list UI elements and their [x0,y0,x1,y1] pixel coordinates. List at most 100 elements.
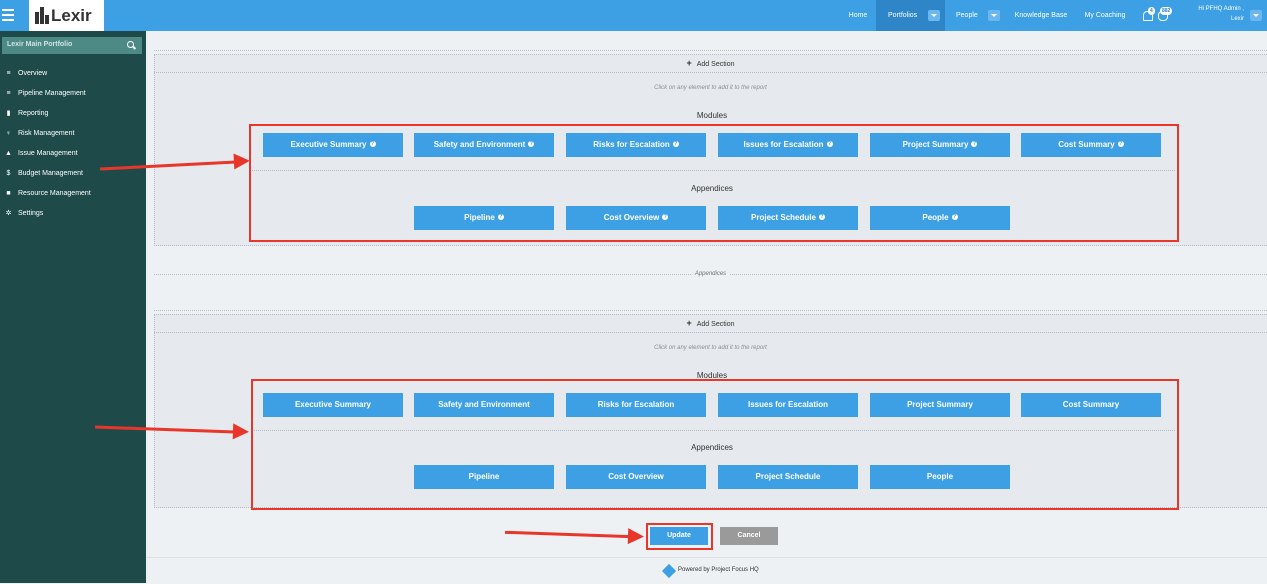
help-icon[interactable]: ? [528,140,535,147]
menu-icon[interactable] [2,6,14,25]
module-cost-summary[interactable]: Cost Summary [1021,393,1161,417]
bar-chart-icon: ▮ [6,110,11,117]
add-section-label: Add Section [696,61,735,68]
appendix-cost-overview[interactable]: Cost Overview [566,465,706,489]
module-risks-escalation[interactable]: Risks for Escalation? [566,133,706,157]
divider [154,50,1267,51]
list-icon: ≡ [6,90,11,97]
module-executive-summary[interactable]: Executive Summary? [263,133,403,157]
dollar-icon: $ [6,170,11,177]
logo[interactable]: Lexir [29,0,104,31]
sidebar-item-label: Resource Management [18,190,91,197]
top-bar: Lexir Home Portfolios People Knowledge B… [0,0,1267,31]
module-label: Project Summary [902,140,969,149]
module-safety-environment[interactable]: Safety and Environment? [414,133,554,157]
portfolio-search-input[interactable]: Lexir Main Portfolio [7,41,72,48]
divider [252,170,1175,171]
appendix-label: Pipeline [464,213,495,222]
help-icon[interactable]: ? [826,140,833,147]
list-icon: ≡ [6,70,11,77]
nav-people[interactable]: People [948,0,1003,31]
appendix-label: Project Schedule [751,213,816,222]
appendix-people[interactable]: People? [870,206,1010,230]
user-menu[interactable]: Hi PFHQ Admin , Lexir [1192,4,1244,24]
sidebar-item-risk-management[interactable]: ♀ Risk Management [0,124,146,144]
module-project-summary[interactable]: Project Summary? [870,133,1010,157]
nav-knowledge-base[interactable]: Knowledge Base [1008,0,1074,31]
nav-portfolios[interactable]: Portfolios [876,0,945,31]
sidebar: Lexir Main Portfolio ≡ Overview ≡ Pipeli… [0,31,146,583]
section-hint: Click on any element to add it to the re… [654,345,767,351]
module-label: Executive Summary [290,140,367,149]
building-icon [35,7,51,24]
help-icon[interactable]: ? [971,140,978,147]
sidebar-item-issue-management[interactable]: ▲ Issue Management [0,144,146,164]
nav-home[interactable]: Home [840,0,876,31]
nav-my-coaching[interactable]: My Coaching [1080,0,1130,31]
section-hint: Click on any element to add it to the re… [654,85,767,91]
project-focus-logo-icon [661,563,677,579]
divider [154,332,1267,333]
nav-portfolios-label: Portfolios [888,12,918,19]
help-icon[interactable]: ? [672,140,679,147]
help-icon[interactable]: ? [818,213,825,220]
appendices-heading: Appendices [691,184,733,193]
help-icon[interactable]: ? [497,213,504,220]
module-project-summary[interactable]: Project Summary [870,393,1010,417]
add-section-label: Add Section [696,321,735,328]
divider [154,72,1267,73]
appendix-label: People [922,213,949,222]
nav-people-label: People [956,12,978,19]
sidebar-item-resource-management[interactable]: ■ Resource Management [0,184,146,204]
sidebar-item-reporting[interactable]: ▮ Reporting [0,104,146,124]
plus-icon: + [686,58,692,68]
appendix-project-schedule[interactable]: Project Schedule [718,465,858,489]
appendix-project-schedule[interactable]: Project Schedule? [718,206,858,230]
annotation-arrow [504,530,631,539]
sidebar-item-label: Reporting [18,110,49,117]
cancel-button[interactable]: Cancel [720,527,778,545]
gears-icon: ✲ [5,210,12,217]
logo-text: Lexir [51,6,92,25]
module-executive-summary[interactable]: Executive Summary [263,393,403,417]
module-issues-escalation[interactable]: Issues for Escalation [718,393,858,417]
module-issues-escalation[interactable]: Issues for Escalation? [718,133,858,157]
footer-text: Powered by Project Focus HQ [678,567,759,573]
divider [154,310,1267,311]
appendix-people[interactable]: People [870,465,1010,489]
appendix-cost-overview[interactable]: Cost Overview? [566,206,706,230]
module-label: Risks for Escalation [593,140,670,149]
module-label: Cost Summary [1058,140,1115,149]
sidebar-item-settings[interactable]: ✲ Settings [0,204,146,224]
sidebar-item-label: Overview [18,70,48,77]
help-icon[interactable]: ? [369,140,376,147]
sidebar-item-overview[interactable]: ≡ Overview [0,64,146,84]
search-icon[interactable] [127,41,134,48]
user-greeting: Hi PFHQ Admin , [1198,6,1244,12]
sidebar-item-label: Risk Management [18,130,75,137]
module-cost-summary[interactable]: Cost Summary? [1021,133,1161,157]
plus-icon: + [686,318,692,328]
update-button[interactable]: Update [650,527,708,545]
add-section-button[interactable]: + Add Section [154,56,1267,70]
folder-icon: ■ [6,190,11,197]
divider [254,430,1175,431]
help-icon[interactable]: ? [951,213,958,220]
help-icon[interactable]: ? [1117,140,1124,147]
portfolio-search[interactable]: Lexir Main Portfolio [2,37,142,54]
module-label: Issues for Escalation [743,140,824,149]
sidebar-item-label: Budget Management [18,170,83,177]
appendix-pipeline[interactable]: Pipeline? [414,206,554,230]
module-safety-environment[interactable]: Safety and Environment [414,393,554,417]
add-section-button[interactable]: + Add Section [154,316,1267,330]
module-risks-escalation[interactable]: Risks for Escalation [566,393,706,417]
help-icon[interactable]: ? [662,213,669,220]
chevron-down-icon[interactable] [1250,10,1262,21]
chevron-down-icon[interactable] [988,10,1000,21]
sidebar-item-pipeline-management[interactable]: ≡ Pipeline Management [0,84,146,104]
people-count-badge: 882 [1160,7,1173,15]
appendix-pipeline[interactable]: Pipeline [414,465,554,489]
sidebar-item-label: Settings [18,210,44,217]
chevron-down-icon[interactable] [928,10,940,21]
warning-icon: ▲ [5,150,12,157]
